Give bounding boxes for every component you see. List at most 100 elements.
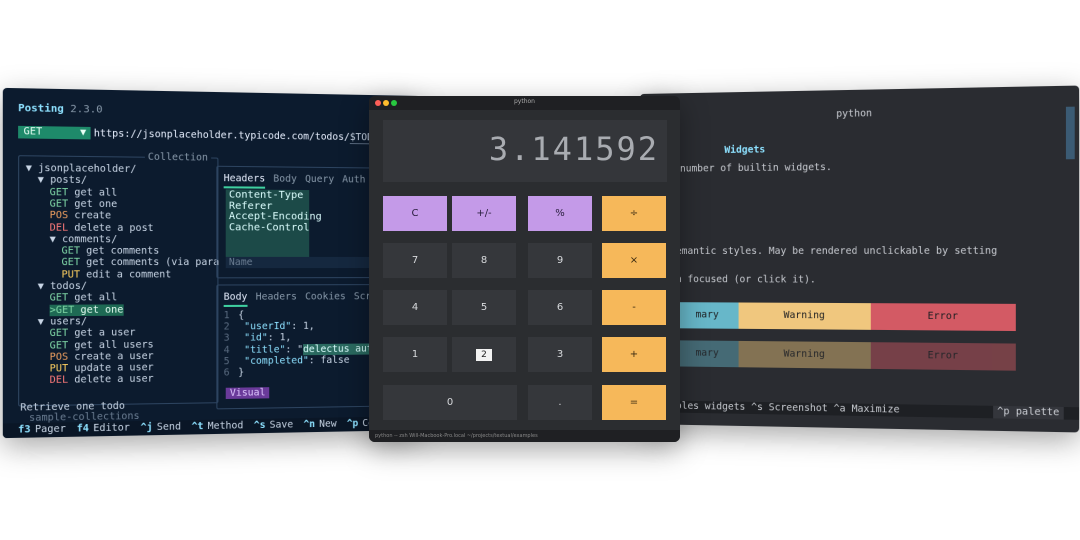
warning-button[interactable]: Warning [739, 341, 871, 369]
key-label: - [632, 302, 636, 313]
key-4[interactable]: 4 [383, 290, 447, 325]
error-button[interactable]: Error [871, 342, 1016, 371]
tree-item-label: get all [74, 292, 117, 304]
code-line: 1{ [224, 310, 244, 321]
shortcut-key[interactable]: f4 [77, 423, 89, 435]
key-label: % [555, 208, 565, 219]
window-title: python [640, 104, 1079, 123]
key-0[interactable]: 0 [383, 385, 517, 420]
key-1[interactable]: 1 [383, 337, 447, 372]
tree-item[interactable]: PUT edit a comment [61, 269, 171, 281]
key-3[interactable]: 3 [528, 337, 592, 372]
tree-item[interactable]: ▼ posts/ [38, 175, 87, 187]
tree-item[interactable]: GET get comments (via para [61, 257, 219, 268]
tab-headers[interactable]: Headers [224, 173, 265, 189]
code-text: } [238, 367, 244, 378]
method-badge: GET [50, 292, 69, 304]
tree-item[interactable]: GET get all [50, 292, 118, 304]
key-percent[interactable]: % [528, 196, 592, 231]
tab-query[interactable]: Query [305, 174, 334, 185]
method-badge: GET [61, 245, 79, 256]
method-select[interactable]: GET ▼ [18, 126, 90, 140]
tab-body[interactable]: Body [273, 173, 296, 184]
warning-button[interactable]: Warning [739, 302, 871, 329]
key-6[interactable]: 6 [528, 290, 592, 325]
tab-cookies[interactable]: Cookies [305, 291, 346, 302]
tree-item[interactable]: >GET get one [50, 304, 124, 316]
tree-item[interactable]: GET get a user [50, 327, 136, 339]
key-label: 9 [557, 255, 563, 266]
shortcut-key[interactable]: ^t [191, 421, 203, 433]
line-number: 6 [224, 367, 239, 378]
tree-item-label: get all [74, 187, 117, 199]
shortcut-key[interactable]: ^n [303, 419, 315, 430]
shortcut-key[interactable]: ^j [140, 422, 152, 434]
key-multiply[interactable]: × [602, 243, 666, 278]
tree-item[interactable]: DEL delete a post [50, 222, 154, 234]
key-label: 4 [412, 302, 418, 313]
json-rest: : 1, [291, 321, 314, 332]
method-badge: >GET [50, 304, 75, 316]
key-clear[interactable]: C [383, 196, 447, 231]
shortcut-key[interactable]: ^p [347, 418, 359, 429]
primary-button[interactable]: mary [676, 340, 739, 367]
key-label: 7 [412, 255, 418, 266]
tree-item[interactable]: GET get all users [50, 339, 154, 351]
key-7[interactable]: 7 [383, 243, 447, 278]
tree-item[interactable]: GET get one [50, 198, 118, 210]
json-rest: : " [285, 344, 303, 355]
method-badge: POS [50, 351, 69, 363]
code-line: 5 "completed": false [224, 355, 350, 368]
key-5[interactable]: 5 [452, 290, 516, 325]
code-line: 2 "userId": 1, [224, 321, 315, 333]
tree-item[interactable]: DEL delete a user [50, 374, 154, 387]
tree-item[interactable]: ▼ users/ [38, 316, 87, 328]
shortcut-key[interactable]: f3 [18, 424, 30, 436]
tree-item-label: ▼ users/ [38, 316, 87, 328]
method-badge: GET [50, 328, 69, 340]
keybinding-footer: oles widgets ^s Screenshot ^a Maximize ^… [640, 400, 1079, 420]
description-line: emantic styles. May be rendered unclicka… [676, 245, 997, 257]
json-key: "userId" [244, 321, 291, 333]
key-add[interactable]: + [602, 337, 666, 372]
tree-item[interactable]: PUT update a user [50, 362, 154, 375]
tree-item[interactable]: ▼ jsonplaceholder/ [26, 163, 137, 176]
key-subtract[interactable]: - [602, 290, 666, 325]
key-label: ÷ [630, 208, 638, 219]
method-badge: GET [50, 186, 69, 198]
code-line: 3 "id": 1, [224, 332, 292, 344]
visual-button[interactable]: Visual [226, 387, 270, 399]
tree-item[interactable]: GET get comments [61, 245, 159, 257]
line-number: 1 [224, 310, 239, 321]
shortcut-key[interactable]: ^s [254, 420, 266, 431]
tree-item-label: ▼ todos/ [38, 281, 87, 293]
key-8[interactable]: 8 [452, 243, 516, 278]
tab-auth[interactable]: Auth [342, 174, 365, 185]
key-9[interactable]: 9 [528, 243, 592, 278]
key-2[interactable]: 2 [452, 337, 516, 372]
tree-item[interactable]: ▼ todos/ [38, 281, 87, 293]
shortcut-label: Editor [93, 422, 130, 434]
code-line: 4 "title": "delectus aut au [224, 343, 390, 356]
tree-item[interactable]: ▼ comments/ [50, 234, 118, 246]
key-decimal[interactable]: . [528, 385, 592, 420]
tab-body[interactable]: Body [224, 292, 248, 307]
tree-item[interactable]: GET get all [50, 186, 118, 198]
header-row[interactable]: Accept-Encodinggzip [226, 211, 256, 222]
tree-item[interactable]: POS create [50, 210, 112, 222]
header-row[interactable]: Cache-Controlno-cache [226, 222, 280, 233]
url-input[interactable]: https://jsonplaceholder.typicode.com/tod… [94, 128, 396, 144]
key-negate[interactable]: +/- [452, 196, 516, 231]
primary-button[interactable]: mary [676, 302, 739, 329]
scrollbar[interactable] [1066, 107, 1075, 160]
command-palette-button[interactable]: ^p palette [993, 406, 1064, 420]
collection-panel: Collection ▼ jsonplaceholder/▼ posts/GET… [18, 155, 218, 406]
key-divide[interactable]: ÷ [602, 196, 666, 231]
key-label: 2 [476, 349, 492, 361]
key-equals[interactable]: = [602, 385, 666, 420]
tree-item[interactable]: POS create a user [50, 350, 154, 363]
error-button[interactable]: Error [871, 303, 1016, 331]
tab-headers[interactable]: Headers [256, 291, 297, 302]
collection-title: Collection [145, 152, 211, 164]
header-name-input[interactable]: Name [226, 257, 382, 268]
